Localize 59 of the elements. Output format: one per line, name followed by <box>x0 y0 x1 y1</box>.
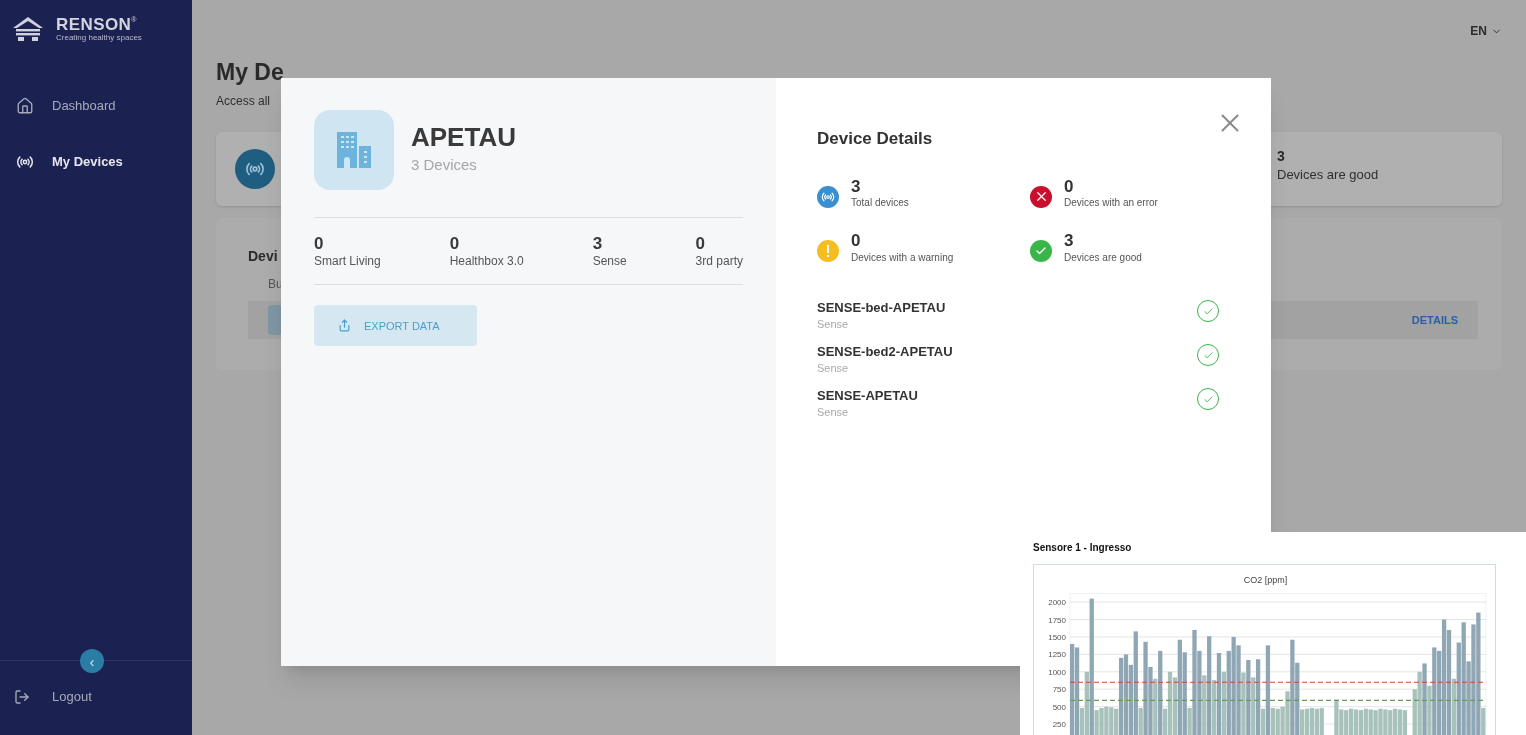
stat-value: 0 <box>449 233 461 255</box>
tick-label: 1500 <box>1048 632 1066 642</box>
nav-item[interactable]: My Devices <box>0 146 192 178</box>
summary-label: Devices are good <box>1277 166 1380 184</box>
building-icon <box>335 132 373 168</box>
logout-button[interactable]: Logout <box>0 679 192 715</box>
device-name: SENSE-APETAU <box>817 388 918 405</box>
device-name: SENSE-bed-APETAU <box>817 300 946 317</box>
stat-label: Healthbox 3.0 <box>449 254 524 270</box>
tick-label: 250 <box>1052 720 1066 730</box>
tick-label: 500 <box>1052 702 1066 712</box>
warning-icon <box>817 240 839 263</box>
card-title: Devi <box>248 247 278 266</box>
tick-label: 1250 <box>1048 650 1066 660</box>
device-type: Sense <box>817 362 850 376</box>
collapse-button[interactable]: ‹ <box>80 649 104 673</box>
device-name: SENSE-bed2-APETAU <box>817 344 953 361</box>
device-type: Sense <box>817 318 850 332</box>
logo-wordmark: RENSON <box>56 16 132 33</box>
inset-title: Sensore 1 - Ingresso <box>1033 541 1133 555</box>
detail-value: 3 <box>851 175 862 197</box>
detail-label: Total devices <box>851 196 909 210</box>
tick-label: 1750 <box>1048 615 1066 625</box>
stat-value: 0 <box>695 233 707 255</box>
detail-value: 0 <box>851 230 862 252</box>
home-icon <box>16 97 34 115</box>
detail-label: Devices with a warning <box>851 251 954 264</box>
device-type: Sense <box>817 406 850 420</box>
details-title: Device Details <box>817 128 934 150</box>
summary-value: 3 <box>1277 147 1286 165</box>
detail-label: Devices with an error <box>1064 196 1158 210</box>
page-subtitle: Access all <box>216 93 272 110</box>
broadcast-icon <box>235 149 275 189</box>
error-icon <box>1030 185 1052 208</box>
logout-icon <box>14 689 30 705</box>
tick-label: 750 <box>1052 685 1066 695</box>
tick-label: 1000 <box>1048 667 1066 677</box>
device-count: 3 Devices <box>411 155 478 175</box>
logo-tagline: Creating healthy spaces <box>56 34 142 42</box>
broadcast-icon <box>16 153 34 171</box>
stat-label: Smart Living <box>314 254 381 270</box>
device-icon <box>268 305 282 335</box>
broadcast-icon <box>817 185 839 208</box>
site-name: APETAU <box>411 124 516 150</box>
chart-title: CO2 [ppm] <box>1243 575 1288 585</box>
language-dropdown[interactable]: EN <box>1470 22 1502 40</box>
detail-label: Devices are good <box>1064 251 1142 264</box>
stat-value: 0 <box>314 233 325 255</box>
tick-label: 2000 <box>1048 598 1066 608</box>
stat-label: Sense <box>592 254 627 270</box>
page-title: My De <box>216 61 285 84</box>
detail-value: 3 <box>1064 230 1075 252</box>
stat-value: 3 <box>592 233 604 255</box>
stat-label: 3rd party <box>695 254 743 270</box>
logo-icon <box>12 16 44 42</box>
export-icon <box>338 319 351 333</box>
nav-item[interactable]: Dashboard <box>0 90 192 122</box>
check-icon <box>1030 240 1052 263</box>
detail-value: 0 <box>1064 175 1075 197</box>
